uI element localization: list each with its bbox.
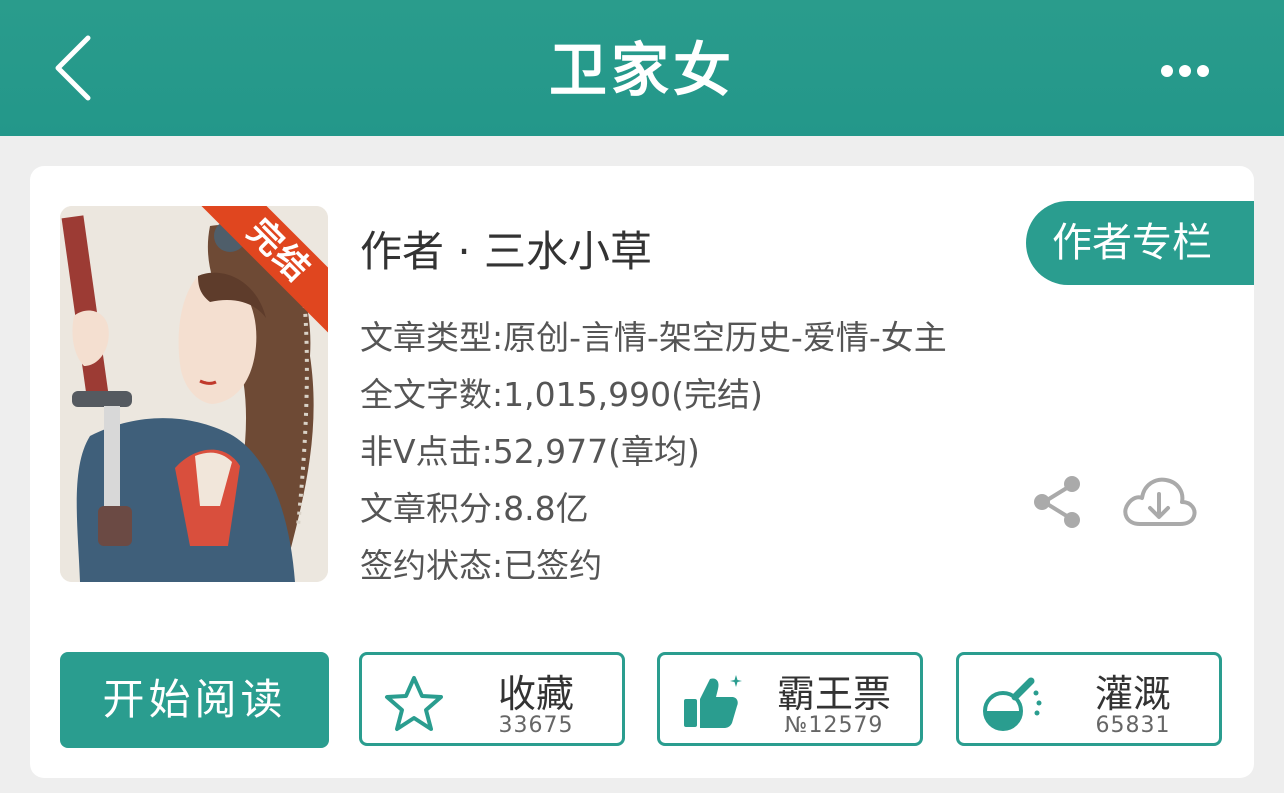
ticket-button[interactable]: 霸王票 №12579 (657, 652, 923, 746)
more-dots-icon (1161, 65, 1209, 77)
favorite-button[interactable]: 收藏 33675 (359, 652, 625, 746)
book-cover[interactable]: 完结 (60, 206, 328, 582)
download-button[interactable] (1120, 472, 1198, 532)
cloud-download-icon (1123, 477, 1197, 526)
author-column-button[interactable]: 作者专栏 (1026, 201, 1254, 285)
ticket-label: 霸王票 (776, 672, 891, 716)
author-name[interactable]: 作者 · 三水小草 (360, 218, 652, 279)
book-details: 文章类型:原创-言情-架空历史-爱情-女主 全文字数:1,015,990(完结)… (360, 313, 947, 598)
favorite-label: 收藏 (497, 672, 574, 716)
detail-word-count: 全文字数:1,015,990(完结) (360, 375, 763, 414)
start-reading-button[interactable]: 开始阅读 (60, 652, 329, 748)
thumbs-up-icon (684, 675, 742, 728)
detail-clicks: 非V点击:52,977(章均) (360, 432, 700, 471)
detail-score: 文章积分:8.8亿 (360, 489, 589, 528)
book-info-card: 完结 作者 · 三水小草 作者专栏 文章类型:原创-言情-架空历史-爱情-女主 … (30, 166, 1254, 778)
star-icon (385, 676, 443, 731)
ticket-count: №12579 (784, 713, 884, 738)
nutrient-label: 灌溉 (1094, 672, 1171, 716)
top-bar: 卫家女 (0, 0, 1284, 136)
detail-sign-status: 签约状态:已签约 (360, 546, 603, 585)
flask-icon (983, 677, 1042, 731)
nutrient-button[interactable]: 灌溉 65831 (956, 652, 1222, 746)
more-button[interactable] (1150, 50, 1220, 90)
share-icon (1034, 476, 1080, 528)
share-button[interactable] (1030, 472, 1086, 532)
page-title: 卫家女 (548, 36, 735, 104)
detail-genre: 文章类型:原创-言情-架空历史-爱情-女主 (360, 318, 947, 357)
nutrient-count: 65831 (1095, 713, 1171, 738)
favorite-count: 33675 (498, 713, 574, 738)
